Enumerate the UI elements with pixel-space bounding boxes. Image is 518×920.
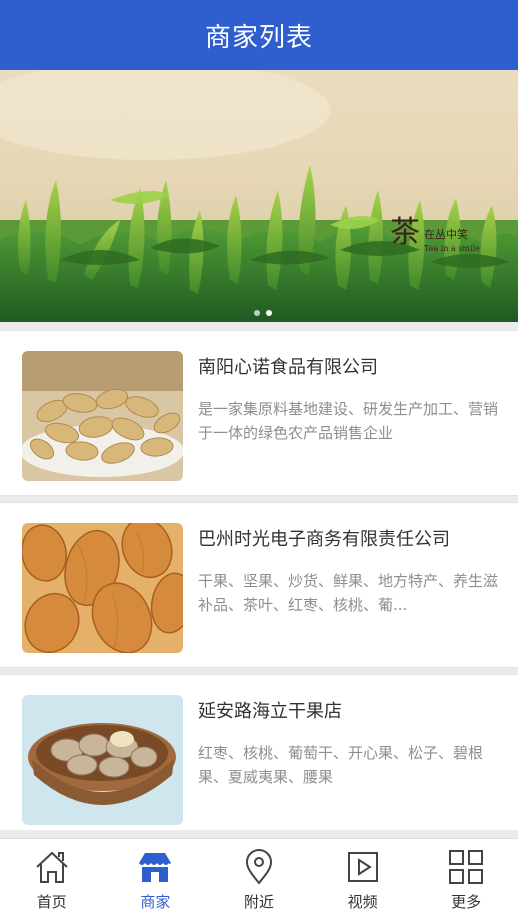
- merchant-list: 南阳心诺食品有限公司 是一家集原料基地建设、研发生产加工、营销于一体的绿色农产品…: [0, 330, 518, 830]
- top-header: 商家列表: [0, 0, 518, 70]
- tab-label: 更多: [451, 893, 482, 911]
- merchant-description: 是一家集原料基地建设、研发生产加工、营销于一体的绿色农产品销售企业: [198, 400, 498, 442]
- banner-logo-en: Tea in a smile: [424, 244, 480, 253]
- grid-icon: [449, 850, 484, 884]
- tab-home[interactable]: 首页: [0, 839, 104, 920]
- merchant-thumbnail-almonds: [22, 523, 183, 653]
- carousel-dot[interactable]: [254, 310, 260, 316]
- merchant-description: 干果、坚果、炒货、鲜果、地方特产、养生滋补品、茶叶、红枣、核桃、葡...: [198, 572, 498, 614]
- banner-logo-text: 在丛中笑: [424, 228, 468, 241]
- page-title: 商家列表: [204, 22, 313, 53]
- location-pin-icon: [245, 849, 272, 885]
- merchant-card[interactable]: 南阳心诺食品有限公司 是一家集原料基地建设、研发生产加工、营销于一体的绿色农产品…: [0, 330, 518, 496]
- merchant-thumbnail-peanuts: [22, 351, 183, 481]
- video-play-icon: [347, 852, 378, 882]
- tab-video[interactable]: 视频: [311, 839, 415, 920]
- merchant-card[interactable]: 巴州时光电子商务有限责任公司 干果、坚果、炒货、鲜果、地方特产、养生滋补品、茶叶…: [0, 502, 518, 668]
- tab-store[interactable]: 商家: [104, 839, 208, 920]
- merchant-name: 延安路海立干果店: [198, 701, 342, 722]
- bottom-tab-bar: 首页 商家 附近 视频 更多: [0, 838, 518, 920]
- tab-label: 视频: [347, 893, 378, 911]
- merchant-thumbnail-nuts-bowl: [22, 695, 183, 825]
- tea-field-banner-image: [0, 70, 518, 322]
- merchant-name: 巴州时光电子商务有限责任公司: [198, 529, 450, 550]
- store-icon: [139, 853, 172, 882]
- carousel-dot-active[interactable]: [266, 310, 272, 316]
- app-screen: 商家列表 茶 在丛中笑 Tea in a smile 南阳心诺食品有限公司 是一…: [0, 0, 518, 920]
- tab-label: 附近: [243, 893, 274, 911]
- tab-label: 首页: [36, 893, 67, 911]
- tab-nearby[interactable]: 附近: [207, 839, 311, 920]
- merchant-card[interactable]: 延安路海立干果店 红枣、核桃、葡萄干、开心果、松子、碧根果、夏威夷果、腰果: [0, 674, 518, 830]
- tab-label: 商家: [140, 893, 171, 911]
- merchant-description: 红枣、核桃、葡萄干、开心果、松子、碧根果、夏威夷果、腰果: [198, 744, 484, 786]
- tab-more[interactable]: 更多: [414, 839, 518, 920]
- merchant-name: 南阳心诺食品有限公司: [198, 357, 378, 378]
- banner-logo-char: 茶: [390, 215, 420, 250]
- home-icon: [36, 851, 68, 883]
- banner-logo: 茶 在丛中笑 Tea in a smile: [390, 215, 480, 254]
- banner-carousel[interactable]: 茶 在丛中笑 Tea in a smile: [0, 70, 518, 322]
